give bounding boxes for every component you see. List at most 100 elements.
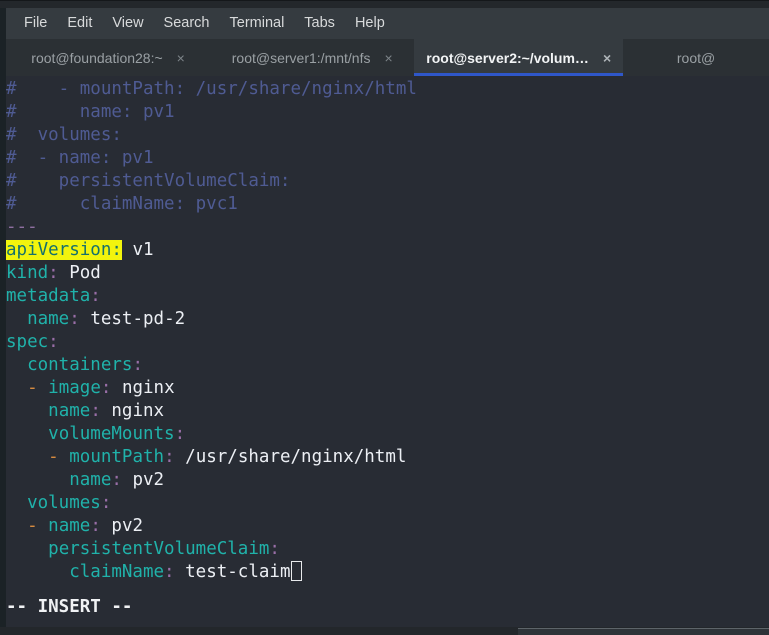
editor-line: --- xyxy=(6,216,769,239)
editor-line: name: pv2 xyxy=(6,469,769,492)
tab-root-foundation28[interactable]: root@foundation28:~ × xyxy=(6,39,211,76)
terminal-window: File Edit View Search Terminal Tabs Help… xyxy=(6,8,769,635)
tab-label: root@server2:~/volum… xyxy=(426,49,589,66)
editor-line: # volumes: xyxy=(6,124,769,147)
editor-line: claimName: test-claim xyxy=(6,561,769,584)
code-token: : xyxy=(100,378,112,398)
tab-root-server2-volumes[interactable]: root@server2:~/volum… × xyxy=(414,39,624,76)
code-token: containers xyxy=(27,355,133,375)
editor-line: apiVersion: v1 xyxy=(6,239,769,262)
code-token: kind xyxy=(6,263,49,283)
tab-root-server1[interactable]: root@server1:/mnt/nfs × xyxy=(210,39,415,76)
editor-line: volumes: xyxy=(6,492,769,515)
background-window-bottom-edge xyxy=(518,628,769,629)
menu-edit[interactable]: Edit xyxy=(57,13,102,34)
editor-line: spec: xyxy=(6,331,769,354)
code-token: claimName xyxy=(69,562,165,582)
code-token: # persistentVolumeClaim: xyxy=(6,171,291,191)
menu-tabs[interactable]: Tabs xyxy=(294,13,345,34)
code-token: : xyxy=(90,401,101,421)
code-token: # claimName: pvc1 xyxy=(6,194,238,214)
editor-line: - image: nginx xyxy=(6,377,769,400)
code-token: : xyxy=(269,539,280,559)
code-token: image xyxy=(48,378,101,398)
editor-line: # persistentVolumeClaim: xyxy=(6,170,769,193)
editor-line: # - name: pv1 xyxy=(6,147,769,170)
code-token: : xyxy=(100,493,112,513)
code-token: name xyxy=(69,470,112,490)
tab-label: root@foundation28:~ xyxy=(31,49,163,66)
menu-search[interactable]: Search xyxy=(154,13,220,34)
code-token: pv2 xyxy=(121,470,165,490)
code-token: : xyxy=(164,562,175,582)
editor-buffer: # - mountPath: /usr/share/nginx/html # na… xyxy=(6,78,769,584)
code-token: volumeMounts xyxy=(48,424,175,444)
code-token: nginx xyxy=(111,378,175,398)
editor-line: name: nginx xyxy=(6,400,769,423)
search-match: apiVersion: xyxy=(6,240,122,260)
code-token: : xyxy=(132,355,143,375)
menu-view[interactable]: View xyxy=(102,13,153,34)
code-token: # - name: pv1 xyxy=(6,148,154,168)
text-cursor xyxy=(290,561,302,581)
code-token: : xyxy=(48,263,59,283)
vim-status-line: -- INSERT -- xyxy=(6,597,133,617)
editor-line: metadata: xyxy=(6,285,769,308)
menu-help[interactable]: Help xyxy=(345,13,395,34)
editor-line: persistentVolumeClaim: xyxy=(6,538,769,561)
code-token: : xyxy=(164,447,175,467)
editor-line: # name: pv1 xyxy=(6,101,769,124)
menu-bar: File Edit View Search Terminal Tabs Help xyxy=(6,8,769,39)
code-token: metadata xyxy=(6,286,91,306)
editor-line: volumeMounts: xyxy=(6,423,769,446)
code-token: : xyxy=(90,286,101,306)
window-top-edge xyxy=(0,0,769,1)
code-token: volumes xyxy=(27,493,101,513)
code-token: test-pd-2 xyxy=(79,309,186,329)
window-title-strip xyxy=(0,0,769,8)
code-token: v1 xyxy=(121,240,154,260)
terminal-screen[interactable]: # - mountPath: /usr/share/nginx/html # na… xyxy=(6,76,769,635)
code-token: persistentVolumeClaim xyxy=(48,539,270,559)
close-icon[interactable]: × xyxy=(603,51,611,65)
code-token: nginx xyxy=(100,401,165,421)
close-icon[interactable]: × xyxy=(384,51,392,65)
menu-file[interactable]: File xyxy=(14,13,57,34)
code-token: : xyxy=(69,309,80,329)
editor-line: - name: pv2 xyxy=(6,515,769,538)
code-token: - xyxy=(27,516,38,536)
code-token: # - mountPath: /usr/share/nginx/html xyxy=(6,79,417,99)
code-token: : xyxy=(90,516,101,536)
code-token: : xyxy=(111,470,122,490)
close-icon[interactable]: × xyxy=(177,51,185,65)
menu-terminal[interactable]: Terminal xyxy=(220,13,295,34)
code-token: - xyxy=(27,378,38,398)
code-token: name xyxy=(48,401,91,421)
code-token: /usr/share/nginx/html xyxy=(174,447,407,467)
code-token: Pod xyxy=(58,263,101,283)
code-token: test-claim xyxy=(174,562,291,582)
code-token: name xyxy=(48,516,91,536)
editor-line: # - mountPath: /usr/share/nginx/html xyxy=(6,78,769,101)
code-token: - xyxy=(48,447,59,467)
code-token: pv2 xyxy=(100,516,144,536)
code-token: # name: pv1 xyxy=(6,102,175,122)
code-token: name xyxy=(27,309,70,329)
editor-line: - mountPath: /usr/share/nginx/html xyxy=(6,446,769,469)
editor-line: name: test-pd-2 xyxy=(6,308,769,331)
background-window-bottom-strip xyxy=(518,628,769,635)
tab-root-fourth[interactable]: root@ xyxy=(623,39,769,76)
